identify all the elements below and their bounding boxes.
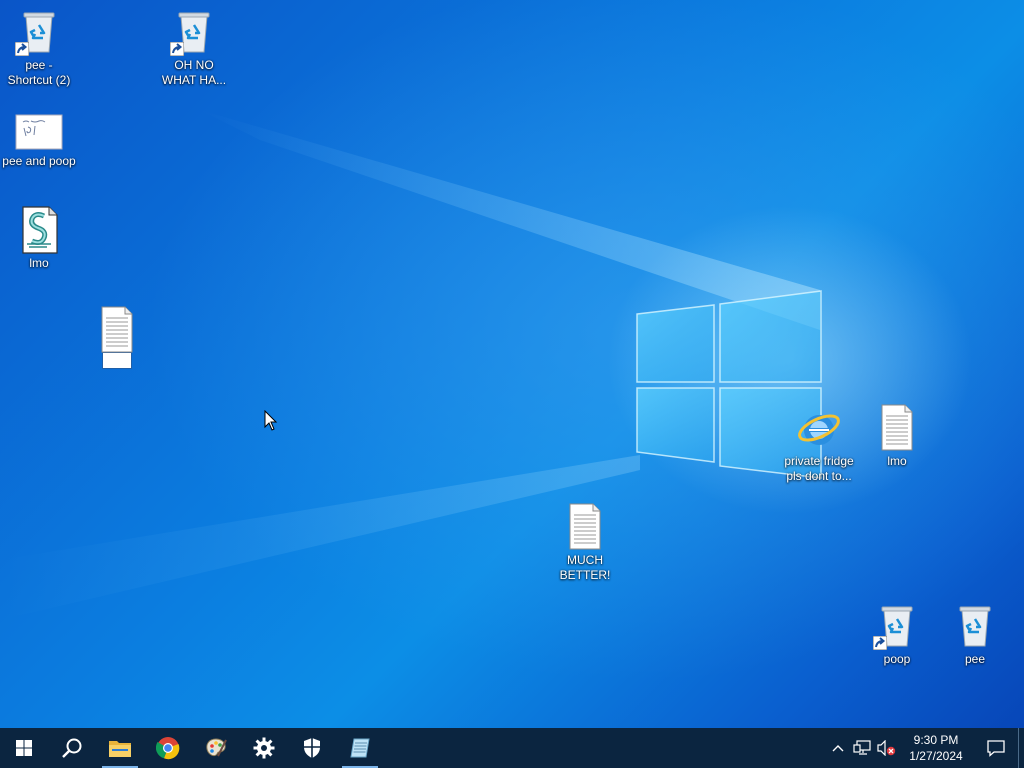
text-document-icon bbox=[873, 404, 921, 452]
desktop-icon-oh-no[interactable]: OH NO WHAT HA... bbox=[155, 8, 233, 88]
windows-logo-icon bbox=[16, 740, 32, 756]
recycle-bin-icon bbox=[951, 602, 999, 650]
desktop-icon-label: pee - Shortcut (2) bbox=[7, 58, 71, 87]
shortcut-arrow-icon bbox=[170, 42, 184, 56]
desktop[interactable]: pee - Shortcut (2) OH NO WHAT HA... pee … bbox=[0, 0, 1024, 728]
volume-button[interactable] bbox=[874, 728, 898, 768]
start-button[interactable] bbox=[0, 728, 48, 768]
notepad-icon bbox=[350, 738, 370, 758]
network-icon bbox=[853, 740, 871, 755]
desktop-icon-label: lmo bbox=[29, 256, 49, 270]
volume-muted-icon bbox=[877, 740, 896, 756]
desktop-icon-label: pee bbox=[964, 652, 986, 666]
paint-palette-icon bbox=[206, 738, 227, 757]
show-hidden-icons-button[interactable] bbox=[826, 728, 850, 768]
desktop-icon-private-fridge[interactable]: private fridge pls dont to... bbox=[780, 404, 858, 484]
desktop-icon-label: pee and poop bbox=[2, 154, 76, 168]
clock-date: 1/27/2024 bbox=[909, 749, 963, 763]
desktop-icon-lmo-script[interactable]: lmo bbox=[0, 206, 78, 271]
image-thumbnail-icon bbox=[15, 114, 63, 152]
desktop-icon-lmo-text[interactable]: lmo bbox=[858, 404, 936, 469]
taskbar: 9:30 PM 1/27/2024 bbox=[0, 728, 1024, 768]
taskbar-paint[interactable] bbox=[192, 728, 240, 768]
gear-icon bbox=[253, 737, 275, 759]
folder-icon bbox=[109, 741, 131, 757]
chrome-icon bbox=[156, 737, 180, 760]
text-document-icon bbox=[561, 503, 609, 551]
clock-time: 9:30 PM bbox=[913, 733, 959, 747]
shield-icon bbox=[304, 738, 320, 758]
desktop-icon-pee[interactable]: pee bbox=[936, 602, 1014, 667]
text-document-icon bbox=[93, 306, 141, 354]
desktop-icon-poop[interactable]: poop bbox=[858, 602, 936, 667]
chevron-up-icon bbox=[832, 745, 844, 752]
taskbar-file-explorer[interactable] bbox=[96, 728, 144, 768]
clock[interactable]: 9:30 PM 1/27/2024 bbox=[898, 732, 974, 764]
desktop-icon-pee-and-poop[interactable]: pee and poop bbox=[0, 114, 78, 169]
shortcut-arrow-icon bbox=[873, 636, 887, 650]
taskbar-windows-security[interactable] bbox=[288, 728, 336, 768]
desktop-icon-label: OH NO WHAT HA... bbox=[161, 58, 227, 87]
shortcut-arrow-icon bbox=[15, 42, 29, 56]
rename-textbox[interactable] bbox=[102, 352, 132, 369]
action-center-button[interactable] bbox=[974, 728, 1018, 768]
network-button[interactable] bbox=[850, 728, 874, 768]
notification-icon bbox=[987, 740, 1005, 757]
script-file-icon bbox=[15, 206, 63, 254]
mouse-cursor-icon bbox=[264, 410, 278, 431]
desktop-icon-renaming-document[interactable] bbox=[78, 306, 156, 369]
desktop-icon-label: poop bbox=[883, 652, 911, 666]
recycle-bin-icon bbox=[170, 8, 218, 56]
search-icon bbox=[62, 738, 82, 758]
system-tray: 9:30 PM 1/27/2024 bbox=[826, 728, 1024, 768]
show-desktop-button[interactable] bbox=[1018, 728, 1024, 768]
recycle-bin-icon bbox=[15, 8, 63, 56]
recycle-bin-icon bbox=[873, 602, 921, 650]
taskbar-notepad[interactable] bbox=[336, 728, 384, 768]
desktop-icon-label: private fridge pls dont to... bbox=[784, 454, 854, 483]
desktop-icon-much-better[interactable]: MUCH BETTER! bbox=[546, 503, 624, 583]
desktop-icon-pee-shortcut-2[interactable]: pee - Shortcut (2) bbox=[0, 8, 78, 88]
taskbar-settings[interactable] bbox=[240, 728, 288, 768]
search-button[interactable] bbox=[48, 728, 96, 768]
desktop-icon-label: lmo bbox=[887, 454, 907, 468]
desktop-icon-label: MUCH BETTER! bbox=[559, 553, 611, 582]
taskbar-chrome[interactable] bbox=[144, 728, 192, 768]
internet-explorer-icon bbox=[795, 404, 843, 452]
